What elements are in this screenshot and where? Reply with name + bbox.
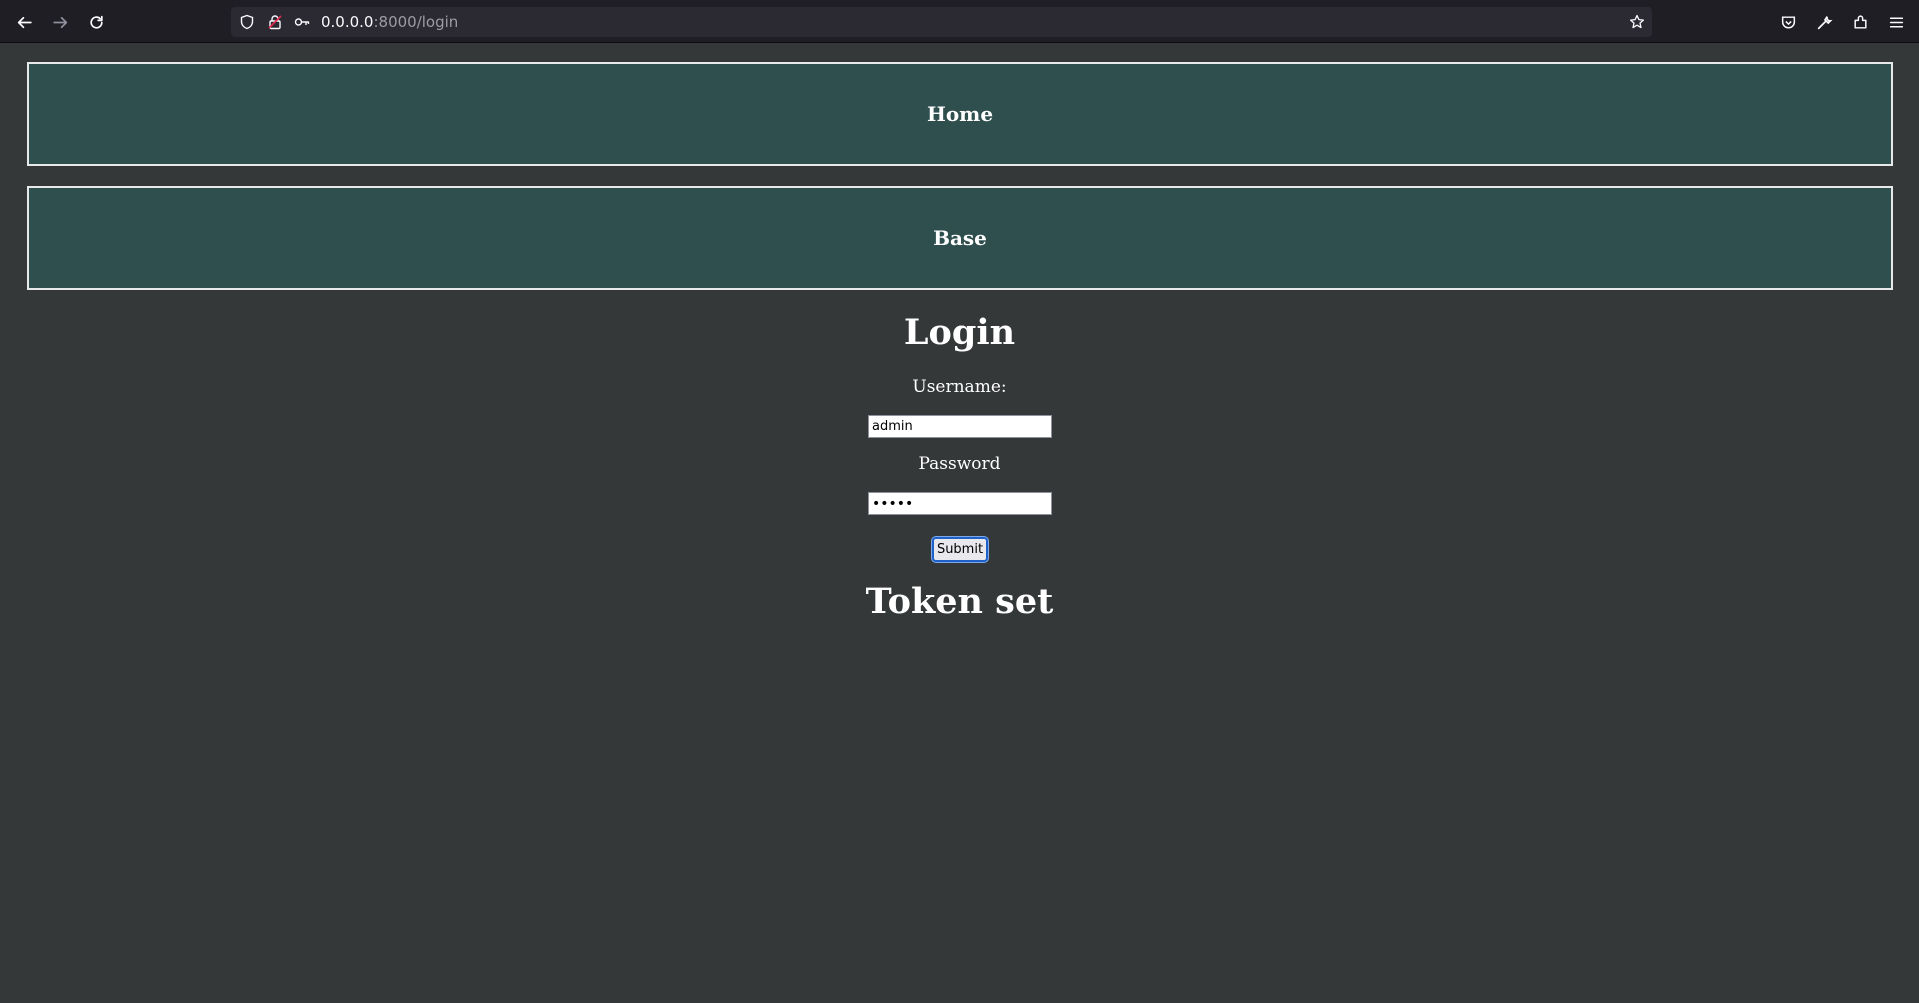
back-icon[interactable] [11, 9, 37, 35]
nav-home-label: Home [926, 102, 994, 126]
bookmark-star-icon[interactable] [1629, 14, 1645, 30]
url-bar[interactable]: 0.0.0.0:8000/login [231, 7, 1652, 37]
key-icon[interactable] [294, 14, 310, 30]
shield-icon[interactable] [239, 14, 255, 30]
password-input[interactable] [868, 492, 1052, 515]
menu-icon[interactable] [1883, 9, 1909, 35]
url-host: 0.0.0.0 [321, 13, 374, 31]
browser-toolbar: 0.0.0.0:8000/login [0, 0, 1919, 43]
reload-icon[interactable] [83, 9, 109, 35]
pocket-icon[interactable] [1775, 9, 1801, 35]
nav-link-home[interactable]: Home [27, 62, 1893, 166]
extensions-icon[interactable] [1847, 9, 1873, 35]
nav-base-label: Base [933, 226, 987, 250]
nav-link-base[interactable]: Base [27, 186, 1893, 290]
wrench-icon[interactable] [1811, 9, 1837, 35]
login-heading: Login [903, 312, 1016, 353]
url-text[interactable]: 0.0.0.0:8000/login [321, 13, 458, 31]
submit-button[interactable]: Submit [932, 537, 988, 562]
url-path: :8000/login [373, 13, 459, 31]
username-input[interactable] [868, 415, 1052, 438]
username-label: Username: [912, 377, 1007, 397]
insecure-lock-icon[interactable] [267, 14, 283, 30]
password-label: Password [918, 454, 1001, 474]
token-status-heading: Token set [865, 581, 1054, 622]
forward-icon[interactable] [47, 9, 73, 35]
